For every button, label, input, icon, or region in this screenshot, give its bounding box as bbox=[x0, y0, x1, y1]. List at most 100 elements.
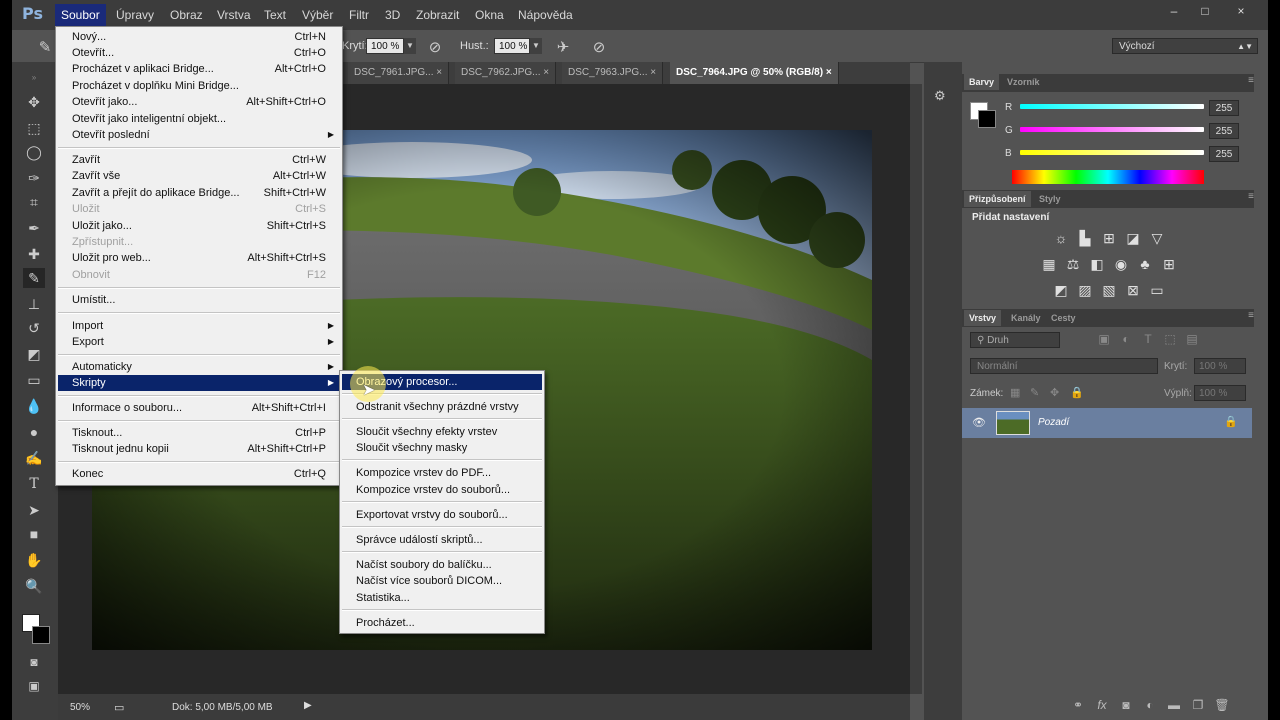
panel-menu-icon[interactable]: ≡ bbox=[1248, 191, 1254, 202]
layer-name[interactable]: Pozadí bbox=[1038, 417, 1069, 428]
close-button[interactable]: × bbox=[1232, 4, 1250, 18]
gradient-tool-icon[interactable]: ▭ bbox=[23, 370, 45, 390]
layer-row[interactable]: 👁 Pozadí 🔒 bbox=[962, 408, 1252, 438]
menu-item-bridge[interactable]: Procházet v aplikaci Bridge... Alt+Ctrl+O bbox=[58, 61, 340, 77]
collapse-icon[interactable]: » bbox=[23, 68, 45, 88]
zoom-tool-icon[interactable]: 🔍 bbox=[23, 576, 45, 596]
exposure-icon[interactable]: ◪ bbox=[1124, 230, 1142, 246]
new-adjustment-icon[interactable]: ◐ bbox=[1142, 698, 1158, 714]
status-menu-icon[interactable]: ▶ bbox=[304, 700, 312, 711]
levels-icon[interactable]: ▙ bbox=[1076, 230, 1094, 246]
filter-pixel-icon[interactable]: ▣ bbox=[1096, 332, 1112, 348]
screen-mode-icon[interactable]: ▣ bbox=[23, 676, 45, 696]
menu-item-ulozit-jako[interactable]: Uložit jako... Shift+Ctrl+S bbox=[58, 218, 340, 234]
blur-tool-icon[interactable]: 💧 bbox=[23, 396, 45, 416]
layer-filter-select[interactable]: ⚲ Druh bbox=[970, 332, 1060, 348]
menu-filtr[interactable]: Filtr bbox=[349, 8, 369, 22]
curves-icon[interactable]: ⊞ bbox=[1100, 230, 1118, 246]
tab-vrstvy[interactable]: Vrstvy bbox=[964, 310, 1002, 326]
menu-vyber[interactable]: Výběr bbox=[302, 8, 333, 22]
menu-item-tisknout[interactable]: Tisknout... Ctrl+P bbox=[58, 425, 340, 441]
g-slider[interactable] bbox=[1020, 127, 1204, 132]
color-spectrum[interactable] bbox=[1012, 170, 1204, 184]
photo-filter-icon[interactable]: ◉ bbox=[1112, 256, 1130, 272]
zoom-level[interactable]: 50% bbox=[70, 702, 90, 713]
menu-item-mini-bridge[interactable]: Procházet v doplňku Mini Bridge... bbox=[58, 78, 340, 94]
menu-item-comps-to-pdf[interactable]: Kompozice vrstev do PDF... bbox=[342, 465, 542, 481]
opacity-dropdown-icon[interactable]: ▼ bbox=[404, 38, 416, 54]
eraser-tool-icon[interactable]: ◩ bbox=[23, 344, 45, 364]
fill-input[interactable]: 100 % bbox=[1194, 385, 1246, 401]
b-value[interactable]: 255 bbox=[1209, 146, 1239, 162]
menu-item-load-dicom[interactable]: Načíst více souborů DICOM... bbox=[342, 573, 542, 589]
workspace-select[interactable]: Výchozí ▲▼ bbox=[1112, 38, 1258, 54]
crop-tool-icon[interactable]: ⌗ bbox=[23, 192, 45, 212]
menu-item-otevrit[interactable]: Otevřít... Ctrl+O bbox=[58, 45, 340, 61]
airbrush-icon[interactable]: ✈ bbox=[554, 38, 572, 56]
maximize-button[interactable]: □ bbox=[1196, 4, 1214, 18]
new-group-icon[interactable]: ▬ bbox=[1166, 698, 1182, 714]
lock-transparency-icon[interactable]: ▦ bbox=[1010, 386, 1020, 399]
move-tool-icon[interactable]: ✥ bbox=[23, 92, 45, 112]
filter-type-icon[interactable]: T bbox=[1140, 332, 1156, 348]
tab-document-2[interactable]: DSC_7962.JPG... × bbox=[455, 62, 557, 84]
tab-document-3[interactable]: DSC_7963.JPG... × bbox=[562, 62, 664, 84]
brush-preset-icon[interactable]: ✎ bbox=[36, 38, 54, 56]
menu-item-load-stack[interactable]: Načíst soubory do balíčku... bbox=[342, 557, 542, 573]
color-bg-swatch[interactable] bbox=[978, 110, 996, 128]
flow-input[interactable]: 100 % bbox=[494, 38, 530, 54]
tab-prizpusobeni[interactable]: Přizpůsobení bbox=[964, 191, 1031, 207]
background-color-swatch[interactable] bbox=[32, 626, 50, 644]
layer-opacity-input[interactable]: 100 % bbox=[1194, 358, 1246, 374]
menu-item-tisknout-kopii[interactable]: Tisknout jednu kopii Alt+Shift+Ctrl+P bbox=[58, 441, 340, 457]
channel-mixer-icon[interactable]: ♣ bbox=[1136, 256, 1154, 272]
menu-item-import[interactable]: Import ▶ bbox=[58, 318, 340, 334]
pressure-size-icon[interactable]: ⊘ bbox=[590, 38, 608, 56]
pen-tool-icon[interactable]: ✍ bbox=[23, 448, 45, 468]
opacity-input[interactable]: 100 % bbox=[366, 38, 404, 54]
menu-item-zavrit-vse[interactable]: Zavřít vše Alt+Ctrl+W bbox=[58, 168, 340, 184]
menu-upravy[interactable]: Úpravy bbox=[116, 8, 154, 22]
menu-zobrazit[interactable]: Zobrazit bbox=[416, 8, 459, 22]
menu-item-script-events[interactable]: Správce událostí skriptů... bbox=[342, 532, 542, 548]
r-value[interactable]: 255 bbox=[1209, 100, 1239, 116]
new-layer-icon[interactable]: ❐ bbox=[1190, 698, 1206, 714]
tab-cesty[interactable]: Cesty bbox=[1046, 310, 1081, 326]
rectangle-tool-icon[interactable]: ■ bbox=[23, 524, 45, 544]
blend-mode-select[interactable]: Normální bbox=[970, 358, 1158, 374]
brightness-icon[interactable]: ☼ bbox=[1052, 230, 1070, 246]
posterize-icon[interactable]: ▨ bbox=[1076, 282, 1094, 298]
menu-item-zpristupnit[interactable]: Zpřístupnit... bbox=[58, 234, 340, 250]
hand-tool-icon[interactable]: ✋ bbox=[23, 550, 45, 570]
menu-item-zavrit-bridge[interactable]: Zavřít a přejít do aplikace Bridge... Shi… bbox=[58, 185, 340, 201]
menu-item-ulozit[interactable]: Uložit Ctrl+S bbox=[58, 201, 340, 217]
menu-item-automaticky[interactable]: Automaticky ▶ bbox=[58, 359, 340, 375]
menu-obraz[interactable]: Obraz bbox=[170, 8, 203, 22]
vibrance-icon[interactable]: ▽ bbox=[1148, 230, 1166, 246]
tab-document-1[interactable]: DSC_7961.JPG... × bbox=[348, 62, 450, 84]
menu-item-zavrit[interactable]: Zavřít Ctrl+W bbox=[58, 152, 340, 168]
link-layers-icon[interactable]: ⚭ bbox=[1070, 698, 1086, 714]
lock-all-icon[interactable]: 🔒 bbox=[1070, 386, 1084, 399]
menu-item-smart-object[interactable]: Otevřít jako inteligentní objekt... bbox=[58, 111, 340, 127]
menu-item-comps-to-files[interactable]: Kompozice vrstev do souborů... bbox=[342, 482, 542, 498]
eyedropper-tool-icon[interactable]: ✒ bbox=[23, 218, 45, 238]
properties-icon[interactable]: ⚙ bbox=[934, 88, 950, 104]
close-tab-icon[interactable]: × bbox=[826, 67, 832, 78]
tab-vzornik[interactable]: Vzorník bbox=[1002, 74, 1045, 90]
g-value[interactable]: 255 bbox=[1209, 123, 1239, 139]
panel-menu-icon[interactable]: ≡ bbox=[1248, 310, 1254, 321]
selective-color-icon[interactable]: ⊠ bbox=[1124, 282, 1142, 298]
menu-item-export-layers[interactable]: Exportovat vrstvy do souborů... bbox=[342, 507, 542, 523]
black-white-icon[interactable]: ◧ bbox=[1088, 256, 1106, 272]
visibility-eye-icon[interactable]: 👁 bbox=[972, 416, 986, 429]
menu-item-statistics[interactable]: Statistika... bbox=[342, 590, 542, 606]
close-tab-icon[interactable]: × bbox=[436, 67, 442, 78]
menu-item-otevrit-jako[interactable]: Otevřít jako... Alt+Shift+Ctrl+O bbox=[58, 94, 340, 110]
dodge-tool-icon[interactable]: ● bbox=[23, 422, 45, 442]
quick-selection-tool-icon[interactable]: ✑ bbox=[23, 168, 45, 188]
gradient-map-icon[interactable]: ▭ bbox=[1148, 282, 1166, 298]
close-tab-icon[interactable]: × bbox=[543, 67, 549, 78]
menu-item-recent[interactable]: Otevřít poslední ▶ bbox=[58, 127, 340, 143]
color-balance-icon[interactable]: ⚖ bbox=[1064, 256, 1082, 272]
